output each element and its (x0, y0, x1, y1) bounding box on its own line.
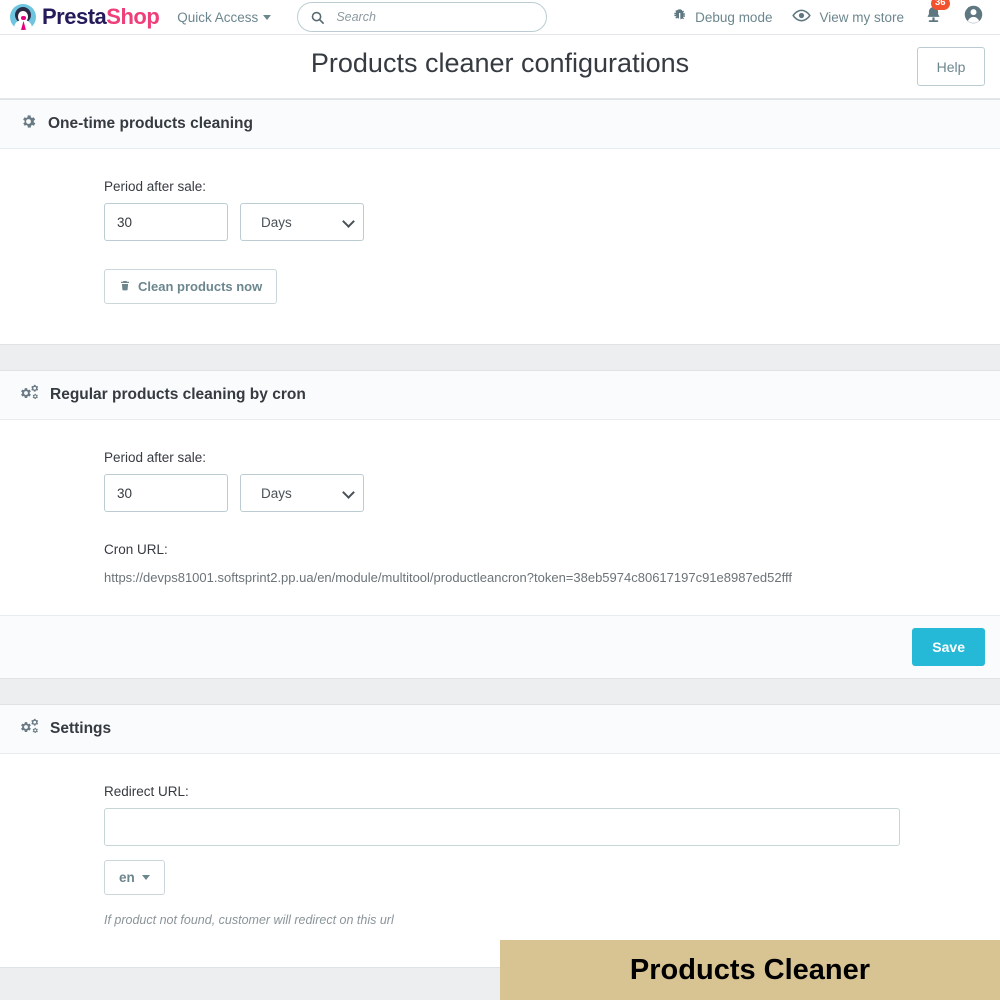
cogs-icon (20, 384, 39, 406)
logo-text-presta: Presta (42, 4, 106, 29)
topbar-right-actions: Debug mode View my store 36 (671, 4, 990, 30)
debug-mode-item[interactable]: Debug mode (671, 8, 772, 27)
clean-products-now-button[interactable]: Clean products now (104, 269, 277, 304)
language-selector-label: en (119, 870, 135, 885)
user-avatar-icon (963, 4, 984, 30)
one-time-period-unit-select[interactable]: Days (240, 203, 364, 241)
bug-icon (671, 8, 687, 27)
panel-one-time-header: One-time products cleaning (0, 100, 1000, 149)
view-my-store-item[interactable]: View my store (792, 6, 904, 28)
logo-text-shop: Shop (106, 4, 159, 29)
panel-settings-title: Settings (50, 720, 111, 738)
save-button[interactable]: Save (912, 628, 985, 666)
debug-mode-label: Debug mode (695, 10, 772, 25)
eye-icon (792, 6, 811, 28)
search-icon (310, 10, 325, 25)
panel-settings-header: Settings (0, 705, 1000, 754)
cron-period-controls: Days (104, 474, 1000, 512)
language-selector-button[interactable]: en (104, 860, 165, 895)
cron-period-label: Period after sale: (104, 450, 1000, 465)
quick-access-menu[interactable]: Quick Access (177, 10, 271, 25)
search-input[interactable] (334, 9, 534, 25)
quick-access-label: Quick Access (177, 10, 258, 25)
panel-one-time-body: Period after sale: Days (0, 149, 1000, 344)
panel-one-time-cleaning: One-time products cleaning Period after … (0, 99, 1000, 345)
redirect-url-label: Redirect URL: (104, 784, 1000, 799)
cron-url-value: https://devps81001.softsprint2.pp.ua/en/… (104, 570, 1000, 585)
cron-period-input[interactable] (104, 474, 228, 512)
cron-period-unit-wrap[interactable]: Days (240, 474, 364, 512)
logo-wordmark: PrestaShop (42, 6, 159, 28)
panel-cron-title: Regular products cleaning by cron (50, 386, 306, 404)
cron-url-label: Cron URL: (104, 542, 1000, 557)
cogs-icon (20, 718, 39, 740)
cron-period-unit-select[interactable]: Days (240, 474, 364, 512)
panel-cron-header: Regular products cleaning by cron (0, 371, 1000, 420)
one-time-period-label: Period after sale: (104, 179, 1000, 194)
cron-period-group: Period after sale: Days Cron URL: https:… (104, 450, 1000, 585)
notification-count-badge: 36 (931, 0, 950, 10)
notifications-button[interactable]: 36 (924, 5, 943, 29)
chevron-down-icon (263, 15, 271, 20)
page-title: Products cleaner configurations (0, 48, 1000, 79)
one-time-period-controls: Days (104, 203, 1000, 241)
gear-icon (20, 113, 37, 135)
search-box[interactable] (297, 2, 547, 32)
help-button[interactable]: Help (917, 47, 985, 86)
prestashop-logo-icon (10, 4, 36, 30)
panel-cron-body: Period after sale: Days Cron URL: https:… (0, 420, 1000, 615)
products-cleaner-banner: Products Cleaner (500, 940, 1000, 1000)
trash-icon (119, 279, 131, 295)
one-time-period-group: Period after sale: Days (104, 179, 1000, 304)
top-navigation-bar: PrestaShop Quick Access Debug mode (0, 0, 1000, 35)
one-time-period-input[interactable] (104, 203, 228, 241)
chevron-down-icon (142, 875, 150, 880)
prestashop-logo[interactable]: PrestaShop (10, 4, 159, 30)
panel-settings-body: Redirect URL: en If product not found, c… (0, 754, 1000, 967)
panel-cron-cleaning: Regular products cleaning by cron Period… (0, 370, 1000, 679)
account-button[interactable] (963, 4, 984, 30)
redirect-url-group: Redirect URL: en If product not found, c… (104, 784, 1000, 927)
redirect-url-input[interactable] (104, 808, 900, 846)
panel-cron-footer: Save (0, 615, 1000, 678)
redirect-url-hint: If product not found, customer will redi… (104, 913, 1000, 927)
page-header: Products cleaner configurations Help (0, 35, 1000, 99)
panel-one-time-title: One-time products cleaning (48, 115, 253, 133)
one-time-period-unit-wrap[interactable]: Days (240, 203, 364, 241)
page-content: One-time products cleaning Period after … (0, 99, 1000, 968)
clean-products-now-label: Clean products now (138, 279, 262, 294)
panel-settings: Settings Redirect URL: en If product not… (0, 704, 1000, 968)
view-my-store-label: View my store (819, 10, 904, 25)
